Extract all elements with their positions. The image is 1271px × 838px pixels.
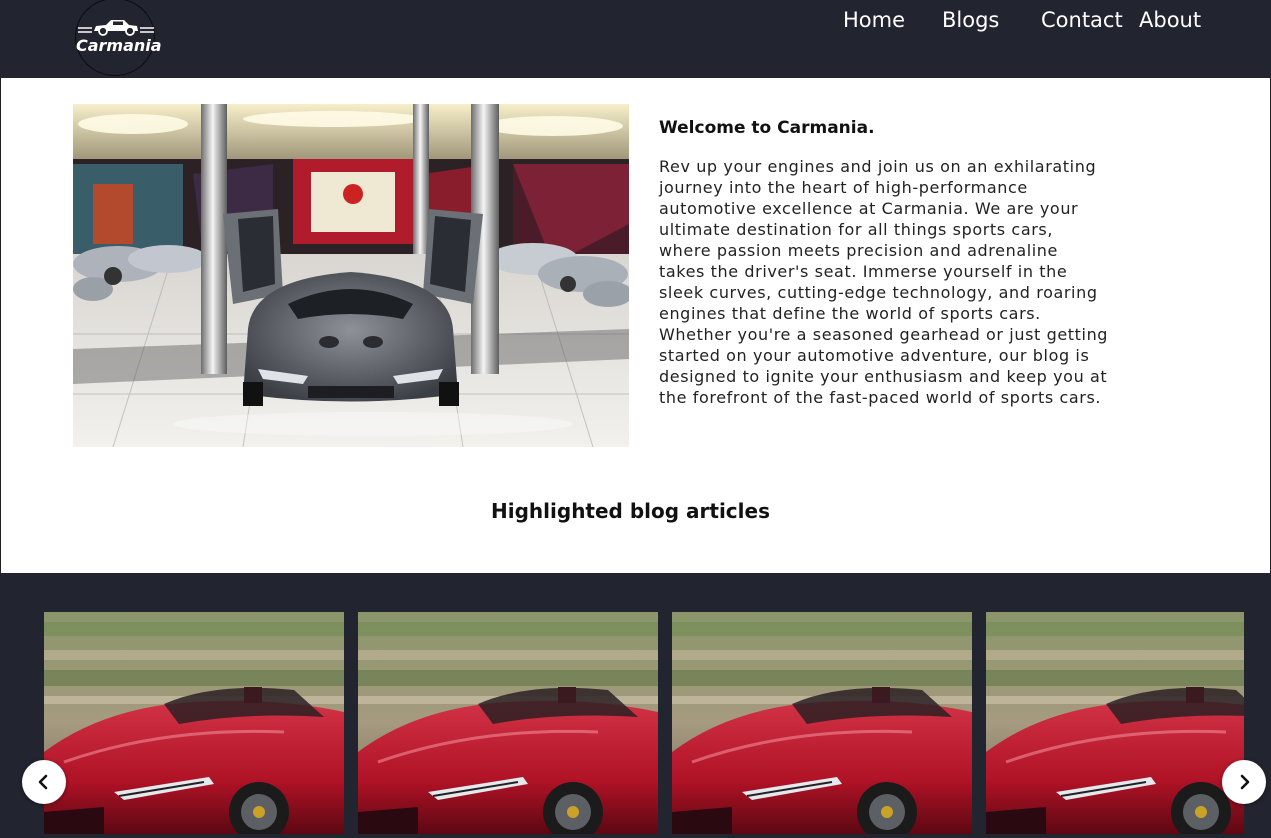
blog-carousel	[0, 573, 1271, 838]
brand-name: Carmania	[76, 36, 162, 55]
welcome-description: Rev up your engines and join us on an ex…	[659, 157, 1109, 407]
blog-card[interactable]	[358, 612, 658, 834]
blog-card[interactable]	[44, 612, 344, 834]
brand-logo[interactable]: Carmania	[75, 0, 162, 76]
nav-about[interactable]: About	[1139, 8, 1201, 32]
blog-card-image	[358, 612, 658, 834]
nav-blogs[interactable]: Blogs	[942, 8, 999, 32]
nav-home[interactable]: Home	[843, 8, 905, 32]
blog-card-image	[672, 612, 972, 834]
car-logo-icon	[78, 20, 154, 36]
highlighted-articles-title: Highlighted blog articles	[491, 499, 770, 523]
chevron-left-icon	[38, 774, 48, 790]
carousel-prev-button[interactable]	[22, 760, 66, 804]
blog-card-image	[986, 612, 1244, 834]
welcome-title: Welcome to Carmania.	[659, 118, 875, 138]
carousel-next-button[interactable]	[1222, 760, 1266, 804]
nav-contact[interactable]: Contact	[1041, 8, 1123, 32]
chevron-right-icon	[1240, 774, 1250, 790]
blog-card[interactable]	[986, 612, 1244, 834]
blog-card-image	[44, 612, 344, 834]
showroom-hero-image	[73, 104, 629, 447]
blog-card[interactable]	[672, 612, 972, 834]
navbar: Carmania Home Blogs Contact About	[0, 0, 1271, 78]
